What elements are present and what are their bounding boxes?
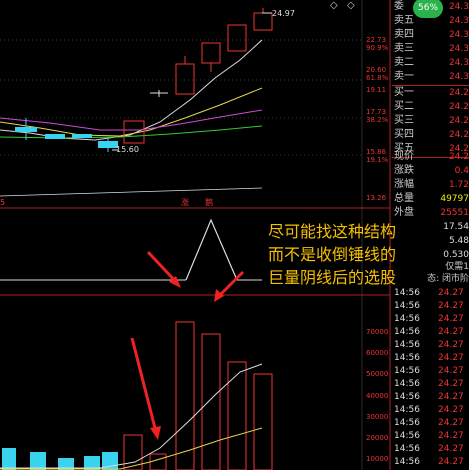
volume-axis-tick: 30000 <box>366 413 389 421</box>
annotation-text: 尽可能找这种结构 而不是收倒锤线的 巨量阴线后的选股 <box>268 220 448 289</box>
sell-row[interactable]: 卖三 24.3 <box>392 42 469 56</box>
marker-left: 5 <box>0 198 6 207</box>
annotation-line: 而不是收倒锤线的 <box>268 245 397 264</box>
stat-row: 外盘 25551 <box>394 207 469 218</box>
expand-icon[interactable]: ◇ <box>330 0 338 11</box>
volume-axis-tick: 10000 <box>366 455 389 463</box>
last-price-label: 24.97 <box>272 9 295 18</box>
stat-row: 总量 49797 <box>394 193 469 204</box>
stat-row: 现价 24.2 <box>394 151 469 162</box>
stat-row: 涨幅 1.72 <box>394 179 469 190</box>
buy-row[interactable]: 买一 24.2 <box>392 86 469 100</box>
price-axis-tick: 90.9% <box>366 44 389 52</box>
ma-line-magenta <box>0 109 263 131</box>
volume-axis-tick: 40000 <box>366 392 389 400</box>
price-axis-tick: 13.26 <box>366 194 387 202</box>
price-axis-tick: 19.1% <box>366 156 389 164</box>
annotation-line: 巨量阴线后的选股 <box>268 268 397 287</box>
price-axis-tick: 17.73 <box>366 108 387 116</box>
volume-axis-tick: 60000 <box>366 349 389 357</box>
price-axis-tick: 38.2% <box>366 116 389 124</box>
price-axis-tick: 61.8% <box>366 74 389 82</box>
tick-list: 14:56 24.27 14:56 24.27 14:56 24.27 14:56 24… <box>392 286 469 470</box>
ma-line-white <box>0 39 263 141</box>
sell-row[interactable]: 卖四 24.3 <box>392 28 469 42</box>
volume-axis-tick: 20000 <box>366 434 389 442</box>
low-price-label: 15.60 <box>116 145 139 154</box>
sell-row[interactable]: 卖一 24.3 <box>392 70 469 84</box>
stat-row: 涨跌 0.4 <box>394 165 469 176</box>
sell-row[interactable]: 卖二 24.3 <box>392 56 469 70</box>
indicator-spike <box>0 218 262 281</box>
annotation-line: 尽可能找这种结构 <box>268 222 397 241</box>
buy-row[interactable]: 买四 24.2 <box>392 128 469 142</box>
percent-badge[interactable]: 56% <box>413 0 443 18</box>
marker-mid: 涨 <box>181 198 189 207</box>
marker-right: 鹅 <box>205 198 213 207</box>
price-axis-tick: 19.11 <box>366 86 387 94</box>
volume-axis-tick: 70000 <box>366 328 389 336</box>
volume-bars <box>2 321 273 470</box>
price-axis-tick: 15.86 <box>366 148 387 156</box>
settings-icon[interactable]: ◇ <box>347 0 355 11</box>
buy-row[interactable]: 买二 24.2 <box>392 100 469 114</box>
volume-axis-tick: 50000 <box>366 370 389 378</box>
price-axis-tick: 20.60 <box>366 66 387 74</box>
tick-row: 14:56 24.27 <box>394 457 464 467</box>
buy-row[interactable]: 买三 24.2 <box>392 114 469 128</box>
price-axis-tick: 22.73 <box>366 36 387 44</box>
ma-line-yellow <box>0 87 263 137</box>
